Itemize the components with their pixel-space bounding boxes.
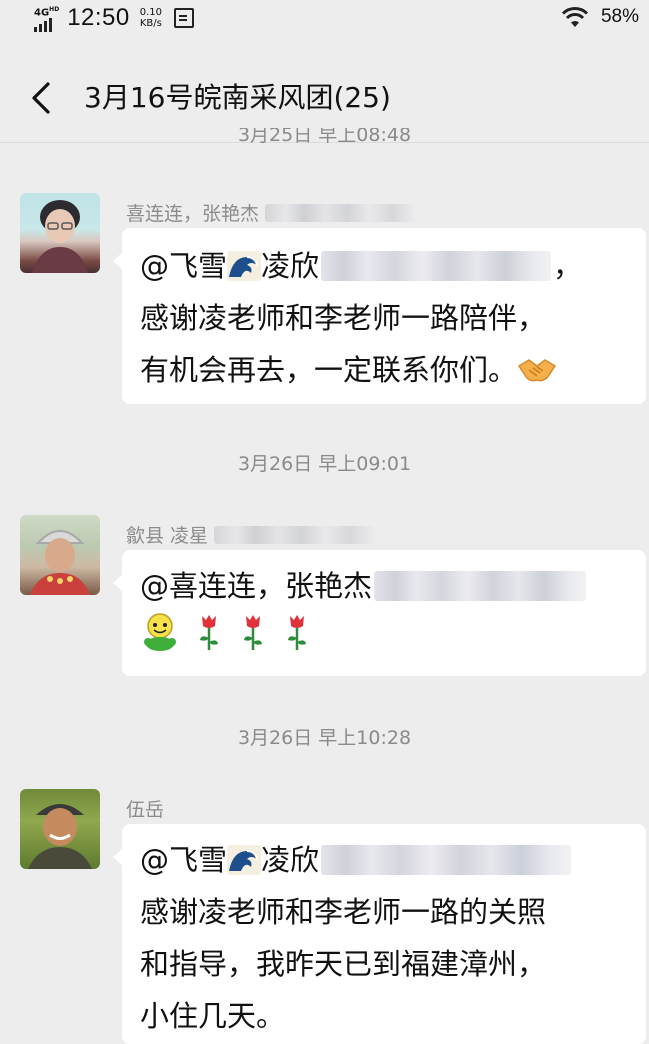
message-line: 和指导，我昨天已到福建漳州， — [140, 947, 547, 981]
network-hd: HD — [49, 6, 60, 13]
message-line: 有机会再去，一定联系你们。 — [122, 344, 646, 396]
battery-level: 58% — [600, 6, 639, 27]
message-line-text: @喜连连，张艳杰 — [140, 569, 373, 603]
timestamp-cut: 3月25日 早上08:48 — [0, 128, 649, 146]
mention-tail: ， — [553, 249, 583, 283]
blurred-text — [321, 251, 552, 281]
notification-icon — [174, 8, 195, 29]
emoji-line — [122, 612, 646, 652]
status-bar: 4GHD 12:50 0.10 KB/s 58% — [0, 0, 649, 40]
timestamp: 3月26日 早上09:01 — [237, 453, 412, 475]
message-bubble[interactable]: @飞雪 凌欣 ， 感谢凌老师和李老师一路陪伴， 有机会再去，一定联系你们。 — [113, 228, 646, 404]
sender-name-text: 伍岳 — [126, 799, 165, 821]
chevron-left-icon[interactable] — [28, 78, 52, 118]
mention-prefix: @飞雪 — [140, 843, 228, 877]
message-line: @喜连连，张艳杰 — [122, 560, 646, 612]
sender-name-text: 喜连连，张艳杰 — [126, 203, 260, 225]
avatar[interactable] — [20, 193, 100, 273]
network-type: 4G — [34, 7, 50, 19]
blurred-text — [374, 571, 587, 601]
blurred-name — [265, 203, 416, 222]
sender-name: 喜连连，张艳杰 — [126, 199, 416, 226]
sender-name-text: 歙县 凌星 — [126, 525, 209, 547]
handshake-emoji — [517, 359, 557, 382]
mention-suffix: 凌欣 — [261, 843, 320, 877]
message-line: 感谢凌老师和李老师一路的关照 — [140, 895, 547, 929]
rose-emoji — [288, 615, 306, 650]
timestamp: 3月26日 早上10:28 — [237, 727, 412, 749]
net-speed: 0.10 KB/s — [140, 7, 162, 29]
blurred-name — [214, 525, 375, 544]
message-line-text: 有机会再去，一定联系你们。 — [140, 353, 518, 387]
wave-emoji — [227, 251, 262, 281]
message-bubble[interactable]: @飞雪 凌欣 感谢凌老师和李老师一路的关照 和指导，我昨天已到福建漳州， 小住几… — [113, 824, 646, 1044]
avatar[interactable] — [20, 789, 100, 869]
signal-icon: 4GHD — [34, 4, 60, 33]
timestamp-cut-text: 3月25日 早上08:48 — [237, 128, 412, 146]
mention-prefix: @飞雪 — [140, 249, 228, 283]
avatar[interactable] — [20, 515, 100, 595]
sender-name: 伍岳 — [126, 795, 164, 822]
avatar-portrait — [30, 530, 90, 595]
wave-emoji — [227, 845, 262, 875]
rose-emoji — [200, 615, 218, 650]
smiley-emoji — [144, 613, 176, 651]
avatar-portrait — [32, 200, 88, 273]
avatar-portrait — [28, 804, 92, 869]
net-speed-value: 0.10 — [139, 7, 163, 19]
clock: 12:50 — [67, 4, 130, 32]
rose-emoji — [244, 615, 262, 650]
message-line: @飞雪 凌欣 — [122, 834, 646, 886]
wifi-icon — [561, 7, 589, 27]
chat-title: 3月16号皖南采风团(25) — [84, 81, 391, 114]
mention-suffix: 凌欣 — [261, 249, 320, 283]
blurred-text — [321, 845, 572, 875]
message-line: @飞雪 凌欣 ， — [122, 240, 646, 292]
message-line: 小住几天。 — [140, 999, 286, 1033]
message-bubble[interactable]: @喜连连，张艳杰 — [113, 550, 646, 676]
message-line: 感谢凌老师和李老师一路陪伴， — [140, 301, 547, 335]
sender-name: 歙县 凌星 — [126, 521, 375, 548]
net-speed-unit: KB/s — [139, 18, 162, 30]
